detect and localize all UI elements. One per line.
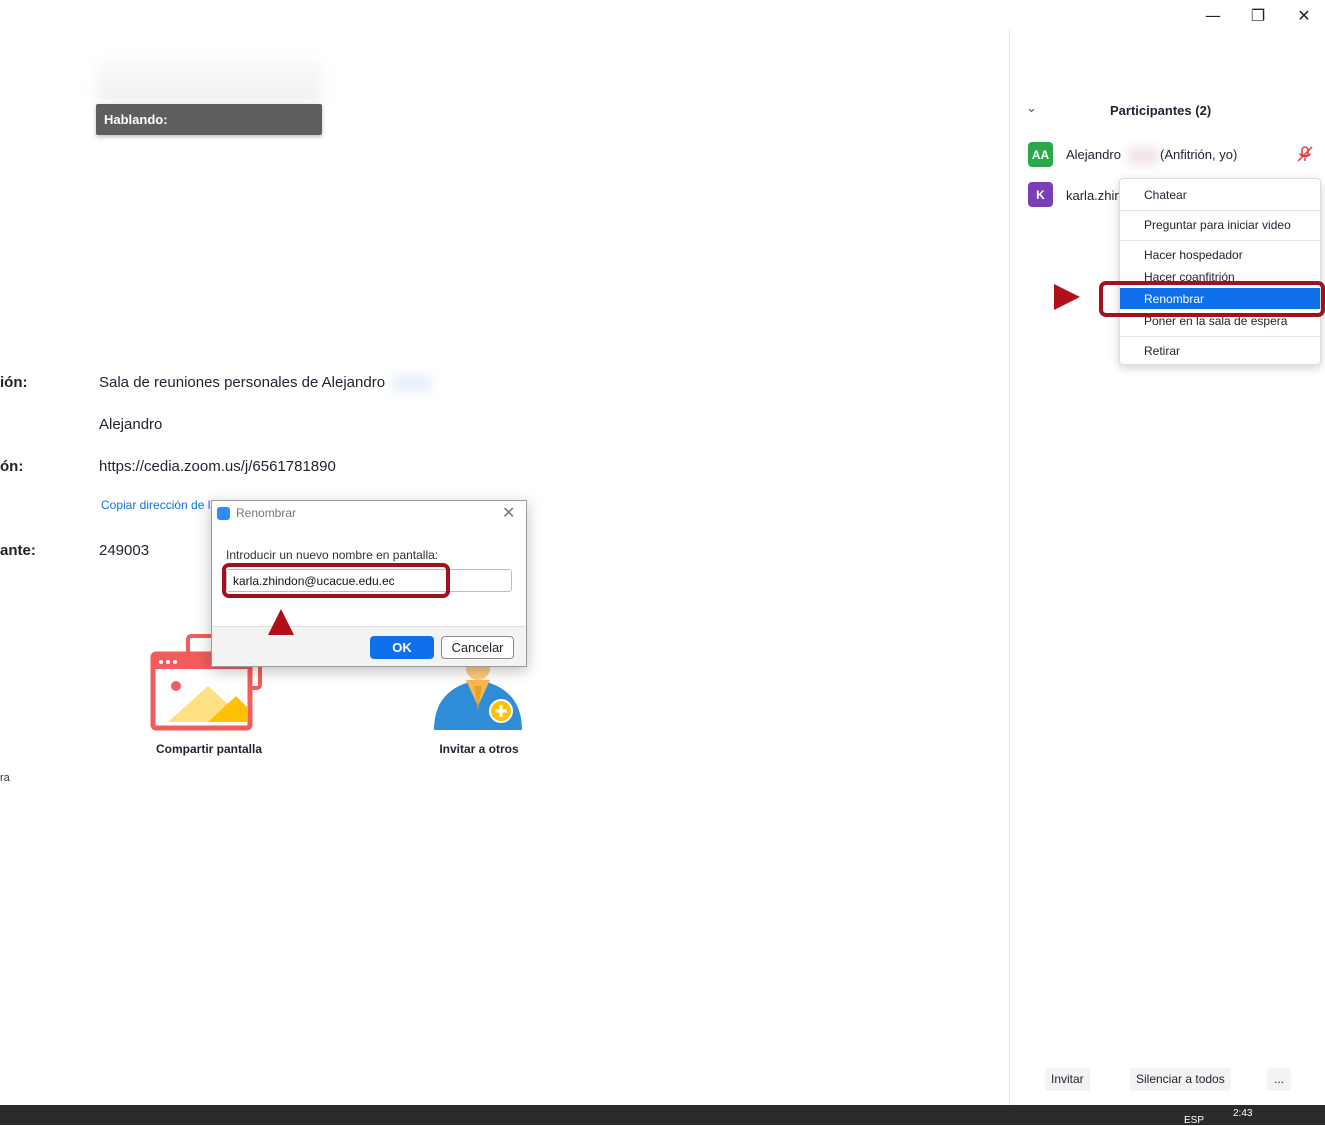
annotation-arrow-up xyxy=(268,609,294,635)
restore-button[interactable]: ❐ xyxy=(1235,0,1281,30)
taskbar xyxy=(0,1105,1325,1125)
speaking-indicator: Hablando: xyxy=(96,104,322,135)
blurred-surname xyxy=(1128,147,1158,165)
menu-divider xyxy=(1120,240,1320,241)
ok-button[interactable]: OK xyxy=(370,636,434,659)
menu-divider xyxy=(1120,210,1320,211)
participant-name[interactable]: karla.zhin xyxy=(1066,188,1122,203)
invite-others-label: Invitar a otros xyxy=(439,742,519,756)
menu-divider xyxy=(1120,336,1320,337)
invite-button[interactable]: Invitar xyxy=(1045,1068,1090,1091)
avatar: K xyxy=(1028,182,1053,207)
chevron-down-icon[interactable]: ⌄ xyxy=(1026,101,1037,116)
blurred-surname xyxy=(392,374,432,392)
clock[interactable]: 2:43 xyxy=(1233,1108,1252,1119)
cancel-button[interactable]: Cancelar xyxy=(441,636,514,659)
highlight-box-input xyxy=(222,563,450,598)
host-name-value: Alejandro xyxy=(99,416,163,433)
close-window-button[interactable]: ✕ xyxy=(1281,0,1325,30)
highlight-box-rename xyxy=(1099,281,1325,317)
participant-role: (Anfitrión, yo) xyxy=(1160,147,1238,162)
share-screen-label: Compartir pantalla xyxy=(155,742,263,756)
meeting-topic-label: ión: xyxy=(0,374,28,391)
more-options-button[interactable]: ... xyxy=(1267,1068,1291,1091)
mute-all-button[interactable]: Silenciar a todos xyxy=(1130,1068,1231,1091)
copy-invite-link[interactable]: Copiar dirección de l xyxy=(101,498,210,512)
participants-title: Participantes (2) xyxy=(1110,103,1212,118)
participant-id-label: ante: xyxy=(0,542,36,559)
avatar: AA xyxy=(1028,142,1053,167)
participant-name: Alejandro xyxy=(1066,147,1121,162)
dialog-title: Renombrar xyxy=(236,506,297,520)
blurred-video-strip xyxy=(96,60,322,104)
invite-url-value: https://cedia.zoom.us/j/6561781890 xyxy=(99,458,336,475)
menu-item-make-host[interactable]: Hacer hospedador xyxy=(1144,248,1243,262)
minimize-button[interactable]: — xyxy=(1190,0,1236,30)
language-indicator[interactable]: ESP xyxy=(1184,1115,1204,1126)
rename-prompt: Introducir un nuevo nombre en pantalla: xyxy=(226,548,439,562)
zoom-logo-icon xyxy=(217,507,230,520)
menu-item-chat[interactable]: Chatear xyxy=(1144,188,1187,202)
invite-others-icon[interactable] xyxy=(430,656,526,736)
menu-item-remove[interactable]: Retirar xyxy=(1144,344,1180,358)
meeting-topic-value: Sala de reuniones personales de Alejandr… xyxy=(99,374,386,391)
muted-mic-icon[interactable] xyxy=(1296,145,1314,163)
participant-id-value: 249003 xyxy=(99,542,150,559)
invite-url-label: ón: xyxy=(0,458,24,475)
annotation-arrow-right xyxy=(1054,284,1080,310)
close-icon[interactable]: ✕ xyxy=(502,503,515,522)
menu-item-ask-video[interactable]: Preguntar para iniciar video xyxy=(1144,218,1291,232)
truncated-text: ra xyxy=(0,772,10,784)
